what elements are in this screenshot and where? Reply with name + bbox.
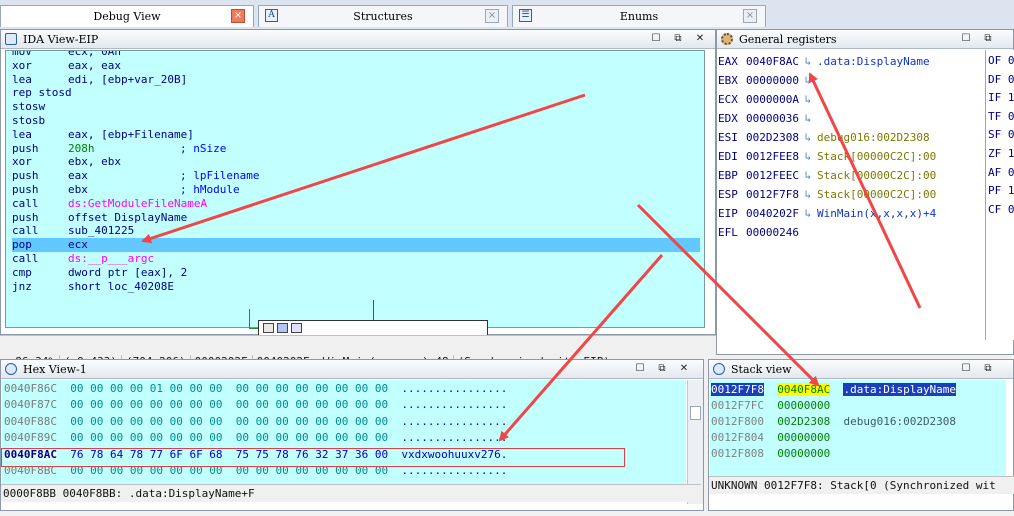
annotation-arrows	[141, 72, 922, 442]
arrow-to-hex-ascii	[498, 254, 664, 442]
arrow-to-eax	[808, 72, 922, 309]
arrow-to-pop-ecx	[141, 93, 586, 244]
arrow-to-stack	[636, 203, 820, 387]
